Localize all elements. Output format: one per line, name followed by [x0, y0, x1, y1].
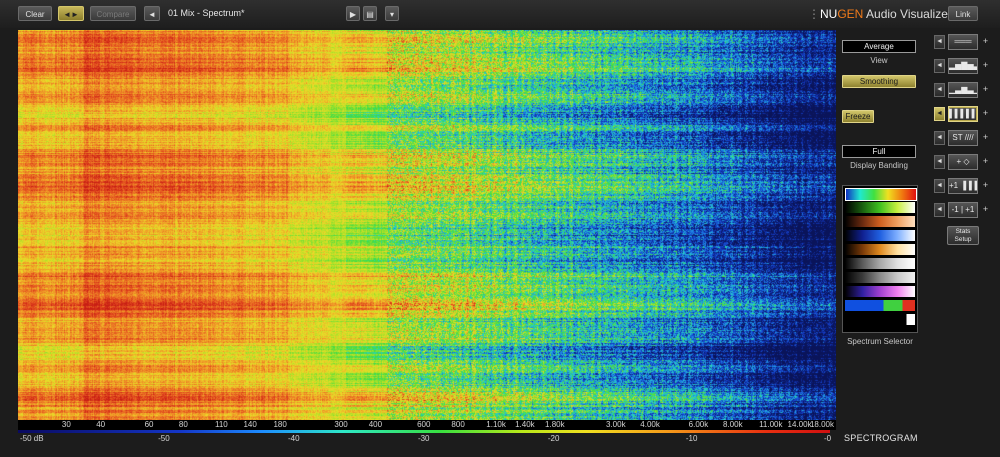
freq-tick: 800: [451, 420, 465, 429]
ab-toggle-button[interactable]: ◄►: [58, 6, 84, 21]
add-icon[interactable]: +: [981, 205, 990, 214]
view-select[interactable]: Average: [842, 40, 916, 53]
freq-tick: 3.00k: [605, 420, 626, 429]
top-toolbar: Clear ◄► Compare ◄ 01 Mix - Spectrum* ▶ …: [0, 0, 1000, 28]
stats-setup-button[interactable]: Stats Setup: [947, 226, 979, 245]
freq-tick: 1.10k: [486, 420, 506, 429]
palette-tri[interactable]: [845, 300, 915, 311]
add-icon[interactable]: +: [981, 109, 990, 118]
freq-tick: 6.00k: [688, 420, 709, 429]
side-tool-row: ◄ ▌▌▌▌▌ +: [934, 106, 990, 122]
side-arrow-icon[interactable]: ◄: [934, 179, 945, 193]
side-tool-row: ◄ ▂▅▇▅▃ +: [934, 58, 990, 74]
palette-amber[interactable]: [845, 244, 915, 255]
freq-tick: 300: [334, 420, 348, 429]
freq-tick: 110: [214, 420, 228, 429]
save-icon[interactable]: ▤: [363, 6, 377, 21]
db-axis: -50 dB -50 -40 -30 -20 -10 -0: [18, 434, 836, 446]
freq-tick: 40: [96, 420, 106, 429]
side-arrow-icon[interactable]: ◄: [934, 203, 945, 217]
side-tool-row: ◄ -1 | +1 +: [934, 202, 990, 218]
add-icon[interactable]: +: [981, 157, 990, 166]
side-tool-row: ◄ ═══ +: [934, 34, 990, 50]
side-tool-row: ◄ + ◇ +: [934, 154, 990, 170]
palette-green[interactable]: [845, 202, 915, 213]
freq-tick: 8.00k: [723, 420, 743, 429]
freq-tick: 1.40k: [515, 420, 535, 429]
add-icon[interactable]: +: [981, 61, 990, 70]
vectorscope-icon[interactable]: + ◇: [948, 154, 978, 170]
spectrogram-icon[interactable]: ▌▌▌▌▌: [948, 106, 978, 122]
spectrum-line-icon[interactable]: ▁▃▆▃▁: [948, 82, 978, 98]
freq-tick: 11.00k: [759, 420, 783, 429]
db-tick: -40: [288, 434, 300, 443]
freq-tick: 600: [417, 420, 431, 429]
link-button[interactable]: Link: [948, 6, 978, 21]
spectrum-selector: [842, 185, 918, 333]
display-mode-label: SPECTROGRAM: [844, 433, 918, 443]
freq-tick: 140: [243, 420, 257, 429]
side-arrow-icon[interactable]: ◄: [934, 107, 945, 121]
side-tool-row: ◄ ST //// +: [934, 130, 990, 146]
correlation-icon[interactable]: -1 | +1: [948, 202, 978, 218]
db-tick: -30: [417, 434, 430, 443]
palette-orange[interactable]: [845, 216, 915, 227]
freq-tick: 4.00k: [640, 420, 660, 429]
view-caption: View: [870, 56, 888, 65]
db-color-scale: [18, 430, 830, 433]
add-icon[interactable]: +: [981, 37, 990, 46]
freq-tick: 80: [178, 420, 188, 429]
side-arrow-icon[interactable]: ◄: [934, 83, 945, 97]
menu-icon[interactable]: ▾: [385, 6, 399, 21]
db-tick: -50 dB: [20, 434, 44, 443]
clear-button[interactable]: Clear: [18, 6, 52, 21]
stereo-icon[interactable]: ST ////: [948, 130, 978, 146]
frequency-axis: 30 40 60 80 110 140 180 300 400 600 800 1.10k 1.40k 1…: [18, 420, 836, 430]
palette-mono[interactable]: [845, 314, 915, 325]
palette-purple[interactable]: [845, 286, 915, 297]
freeze-button[interactable]: Freeze: [842, 110, 874, 123]
palette-gray[interactable]: [845, 258, 915, 269]
side-arrow-icon[interactable]: ◄: [934, 131, 945, 145]
db-tick: -10: [685, 434, 698, 443]
side-arrow-icon[interactable]: ◄: [934, 35, 945, 49]
side-tool-row: ◄ ▁▃▆▃▁ +: [934, 82, 990, 98]
db-tick: -50: [158, 434, 170, 443]
freq-tick: 14.00k: [787, 420, 812, 429]
range-icon[interactable]: ═══: [948, 34, 978, 50]
play-icon[interactable]: ▶: [346, 6, 360, 21]
add-icon[interactable]: +: [981, 181, 990, 190]
meter-icon[interactable]: +1 ▐▐▐: [948, 178, 978, 194]
smoothing-button[interactable]: Smoothing: [842, 75, 916, 88]
freq-tick: 18.00k: [809, 420, 835, 429]
db-tick: -0: [823, 434, 832, 443]
compare-button[interactable]: Compare: [90, 6, 136, 21]
palette-blue[interactable]: [845, 230, 915, 241]
palette-rainbow[interactable]: [845, 188, 917, 201]
freq-tick: 60: [144, 420, 154, 429]
display-banding-caption: Display Banding: [850, 161, 908, 170]
add-icon[interactable]: +: [981, 85, 990, 94]
display-banding-select[interactable]: Full: [842, 145, 916, 158]
spectrum-selector-caption: Spectrum Selector: [847, 337, 913, 346]
freq-tick: 1.80k: [545, 420, 565, 429]
side-arrow-icon[interactable]: ◄: [934, 155, 945, 169]
spectrum-bars-icon[interactable]: ▂▅▇▅▃: [948, 58, 978, 74]
side-tool-row: ◄ +1 ▐▐▐ +: [934, 178, 990, 194]
db-tick: -20: [547, 434, 560, 443]
side-arrow-icon[interactable]: ◄: [934, 59, 945, 73]
spectrogram-canvas: [18, 30, 836, 420]
add-icon[interactable]: +: [981, 133, 990, 142]
preset-name[interactable]: 01 Mix - Spectrum*: [168, 8, 245, 18]
spectrogram-display[interactable]: [18, 30, 836, 420]
freq-tick: 180: [273, 420, 287, 429]
freq-tick: 400: [368, 420, 383, 429]
preset-prev-button[interactable]: ◄: [144, 6, 160, 21]
brand-logo: ⋮NUGEN Audio Visualizer: [808, 7, 952, 21]
freq-tick: 30: [61, 420, 71, 429]
palette-gray-soft[interactable]: [845, 272, 915, 283]
